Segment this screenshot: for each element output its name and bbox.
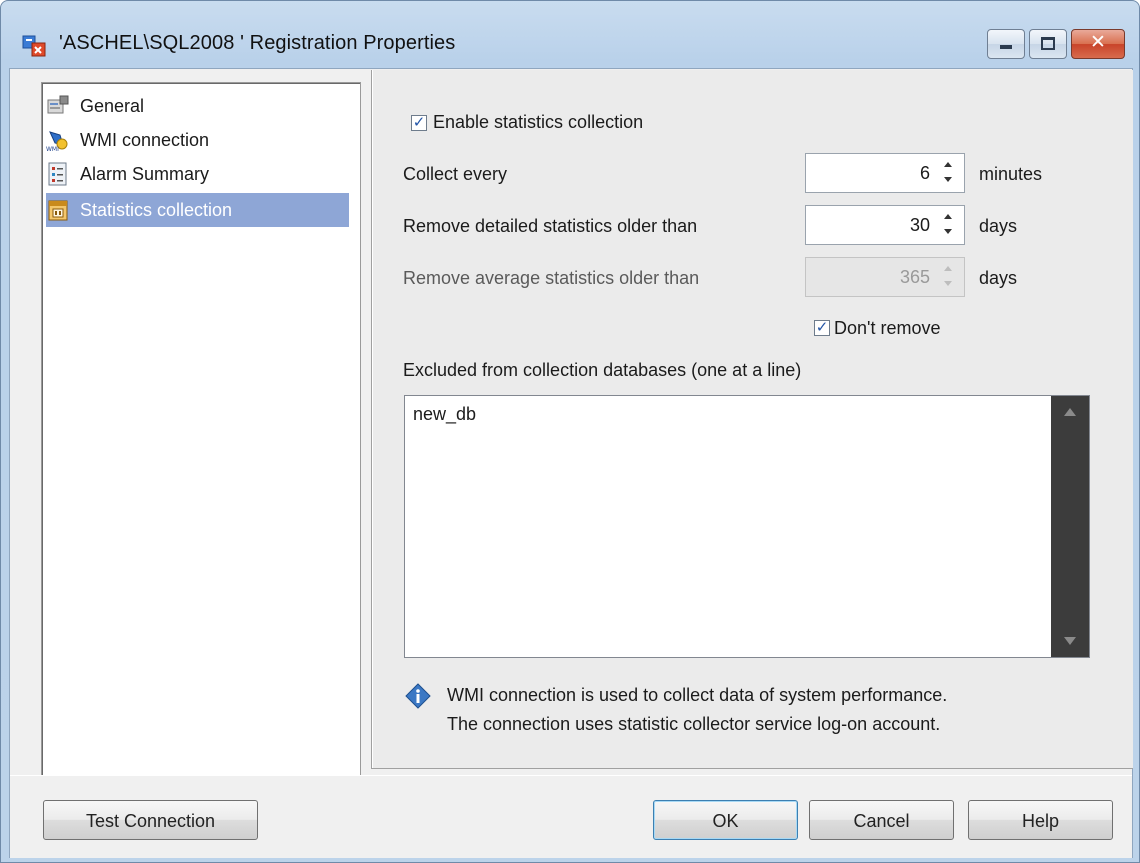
close-icon: ✕ <box>1090 31 1106 53</box>
dont-remove-checkbox[interactable]: ✓ <box>814 318 830 336</box>
nav-item-label: Alarm Summary <box>80 163 210 184</box>
close-button[interactable]: ✕ <box>1071 29 1125 59</box>
general-properties-icon <box>47 95 69 114</box>
nav-item-label: General <box>80 95 145 116</box>
collect-every-spinner[interactable]: 6 <box>805 153 965 193</box>
maximize-icon <box>1041 37 1055 50</box>
nav-item-wmi-connection[interactable]: WMI WMI connection <box>46 123 349 157</box>
wmi-icon: WMI <box>46 131 68 152</box>
nav-item-label: WMI connection <box>80 129 210 150</box>
cancel-button[interactable]: Cancel <box>809 800 954 840</box>
spin-up-icon <box>944 266 952 271</box>
button-bar: Test Connection OK Cancel Help <box>10 775 1132 858</box>
sections-tree[interactable]: General WMI WMI connection Alarm Summary <box>41 82 361 776</box>
statistics-calendar-icon <box>48 200 68 221</box>
check-icon: ✓ <box>412 113 426 131</box>
spin-up-icon[interactable] <box>944 214 952 219</box>
collect-every-label: Collect every <box>403 164 508 184</box>
scroll-down-icon[interactable] <box>1064 637 1076 645</box>
memo-scrollbar[interactable] <box>1051 396 1089 657</box>
scroll-up-icon[interactable] <box>1064 408 1076 416</box>
help-button[interactable]: Help <box>968 800 1113 840</box>
nav-item-label: Statistics collection <box>80 199 233 220</box>
enable-statistics-label: Enable statistics collection <box>433 112 644 132</box>
excluded-databases-text: new_db <box>413 404 477 424</box>
excluded-databases-label: Excluded from collection databases (one … <box>403 360 802 380</box>
statistics-collection-page: ✓ Enable statistics collection Collect e… <box>371 70 1133 769</box>
detailed-unit-label: days <box>979 216 1018 236</box>
check-icon: ✓ <box>815 318 829 336</box>
detailed-statistics-spinner[interactable]: 30 <box>805 205 965 245</box>
detailed-statistics-label: Remove detailed statistics older than <box>403 216 698 236</box>
dont-remove-label: Don't remove <box>834 318 941 338</box>
detailed-statistics-value: 30 <box>909 215 930 235</box>
window-title: 'ASCHEL\SQL2008 ' Registration Propertie… <box>59 32 456 54</box>
ok-button[interactable]: OK <box>653 800 798 840</box>
nav-item-alarm-summary[interactable]: Alarm Summary <box>46 157 349 191</box>
info-icon <box>405 683 431 709</box>
average-statistics-spinner: 365 <box>805 257 965 297</box>
nav-item-general[interactable]: General <box>46 89 349 123</box>
average-statistics-label: Remove average statistics older than <box>403 268 700 288</box>
collect-every-value: 6 <box>919 163 930 183</box>
test-connection-button[interactable]: Test Connection <box>43 800 258 840</box>
info-line-1: WMI connection is used to collect data o… <box>447 685 948 705</box>
dialog-window: 'ASCHEL\SQL2008 ' Registration Propertie… <box>0 0 1140 863</box>
caption-buttons: ✕ <box>987 29 1125 61</box>
info-line-2: The connection uses statistic collector … <box>447 714 941 734</box>
spin-down-icon <box>944 281 952 286</box>
maximize-button[interactable] <box>1029 29 1067 59</box>
enable-statistics-checkbox[interactable]: ✓ <box>411 113 427 131</box>
database-registration-icon <box>22 35 46 57</box>
nav-item-statistics-collection[interactable]: Statistics collection <box>46 193 349 227</box>
svg-text:WMI: WMI <box>46 146 59 152</box>
average-unit-label: days <box>979 268 1018 288</box>
dialog-client: General WMI WMI connection Alarm Summary <box>9 68 1133 858</box>
spinner-arrows <box>942 264 954 290</box>
spin-down-icon[interactable] <box>944 177 952 182</box>
spin-down-icon[interactable] <box>944 229 952 234</box>
minimize-button[interactable] <box>987 29 1025 59</box>
excluded-databases-memo[interactable]: new_db <box>404 395 1090 658</box>
title-bar[interactable]: 'ASCHEL\SQL2008 ' Registration Propertie… <box>1 1 1139 67</box>
minimize-icon <box>1000 45 1012 49</box>
alarm-list-icon <box>48 162 67 186</box>
spinner-arrows[interactable] <box>942 160 954 186</box>
collect-unit-label: minutes <box>979 164 1043 184</box>
average-statistics-value: 365 <box>899 267 930 287</box>
spinner-arrows[interactable] <box>942 212 954 238</box>
spin-up-icon[interactable] <box>944 162 952 167</box>
